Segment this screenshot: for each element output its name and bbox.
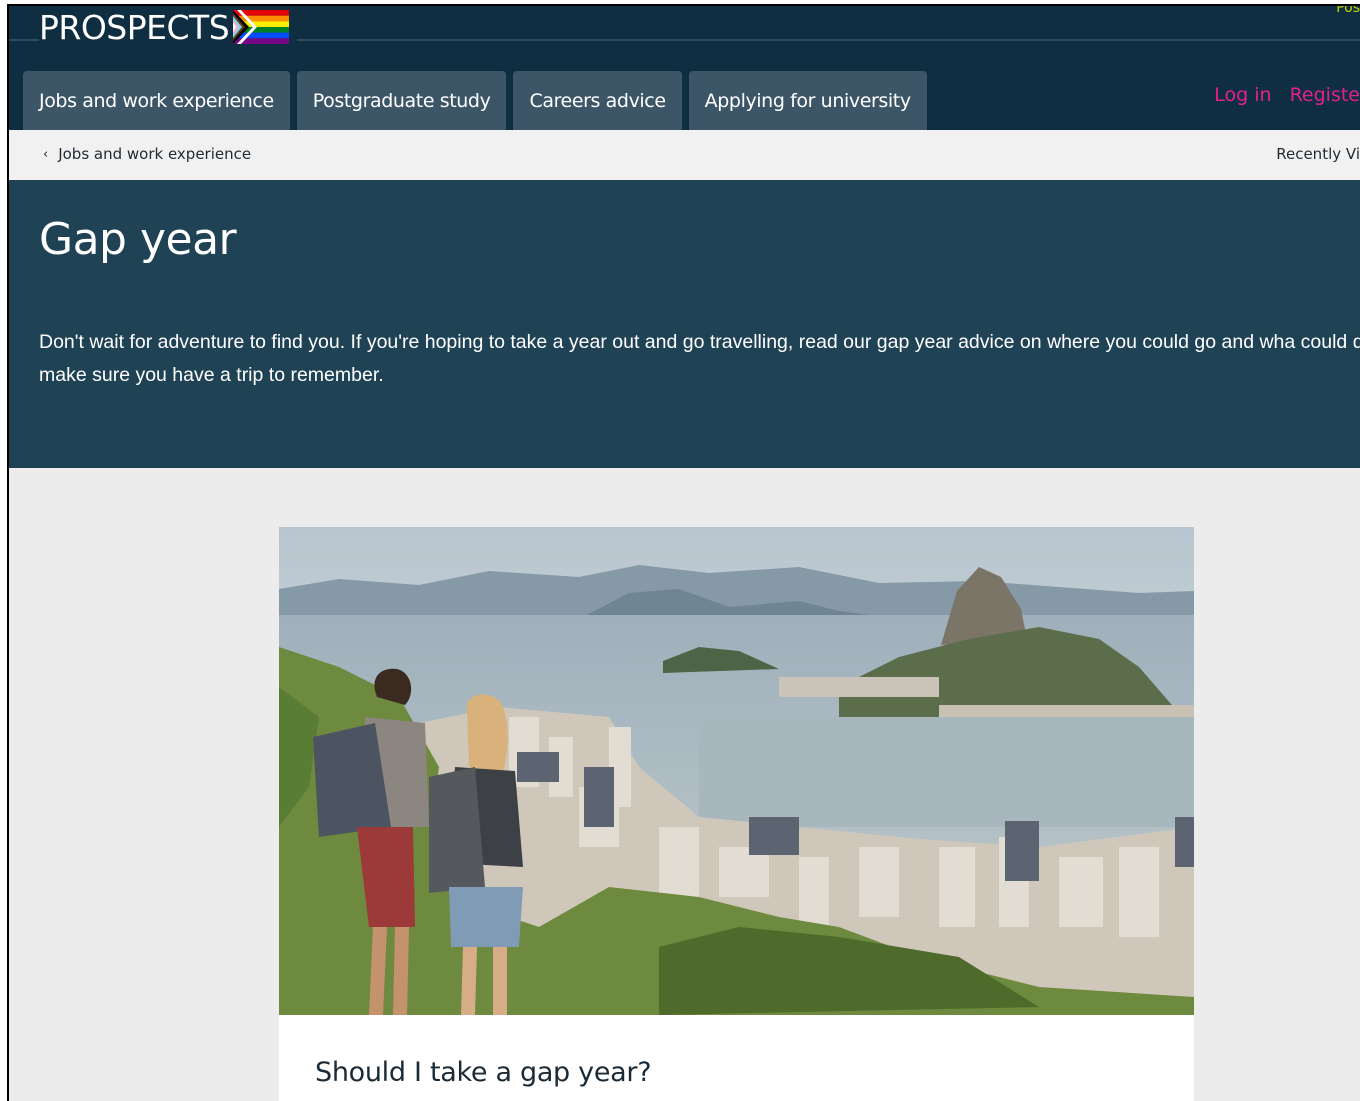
login-link[interactable]: Log in [1214, 84, 1271, 106]
page-title: Gap year [39, 214, 237, 265]
hero-banner: Gap year Don't wait for adventure to fin… [9, 180, 1360, 468]
nav-tab-applying-university[interactable]: Applying for university [688, 71, 927, 130]
browser-viewport: PROSPECTS Pos Jobs and work experience P… [7, 4, 1360, 1101]
breadcrumb-bar: ‹ Jobs and work experience Recently Vi [9, 130, 1360, 181]
register-link[interactable]: Registe [1290, 84, 1360, 106]
breadcrumb-back[interactable]: ‹ Jobs and work experience [43, 145, 251, 163]
auth-links: Log in Registe [1214, 84, 1360, 106]
pride-flag-icon [233, 10, 290, 44]
article-card: Should I take a gap year? [279, 527, 1194, 1101]
hero-intro: Don't wait for adventure to find you. If… [39, 331, 1360, 386]
breadcrumb-label: Jobs and work experience [58, 145, 252, 163]
prospects-logo[interactable]: PROSPECTS [39, 6, 298, 48]
chevron-left-icon: ‹ [43, 146, 49, 162]
site-header: PROSPECTS Pos Jobs and work experience P… [9, 6, 1360, 130]
main-nav: Jobs and work experience Postgraduate st… [23, 71, 927, 130]
nav-tab-jobs[interactable]: Jobs and work experience [23, 71, 290, 130]
top-right-link-fragment[interactable]: Pos [1336, 6, 1360, 16]
logo-text: PROSPECTS [39, 7, 230, 47]
nav-tab-careers-advice[interactable]: Careers advice [513, 71, 682, 130]
hero-photo [279, 527, 1194, 1015]
section-heading: Should I take a gap year? [315, 1057, 652, 1088]
recently-viewed-link[interactable]: Recently Vi [1276, 145, 1360, 163]
rio-landscape-illustration [279, 527, 1194, 1015]
nav-tab-postgraduate[interactable]: Postgraduate study [296, 71, 507, 130]
